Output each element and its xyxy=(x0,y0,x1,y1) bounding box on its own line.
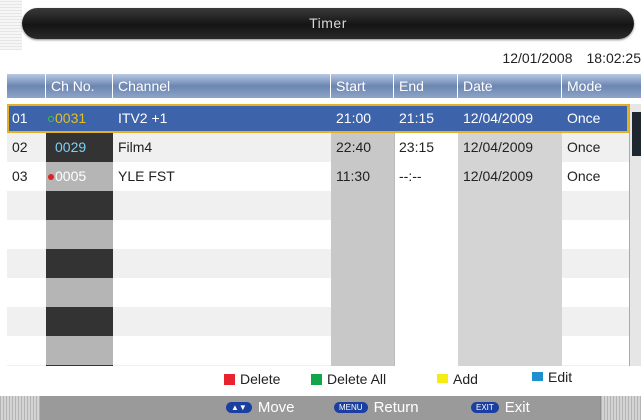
nav-bar: ▲▼ Move MENU Return EXIT Exit xyxy=(0,396,641,420)
row-date: 12/04/2009 xyxy=(463,139,534,155)
row-end: 23:15 xyxy=(399,139,435,155)
row-index: 03 xyxy=(12,168,28,184)
corner-decoration xyxy=(601,396,641,420)
header-ch-no: Ch No. xyxy=(46,74,113,98)
red-key-icon xyxy=(224,374,235,385)
row-index: 01 xyxy=(12,110,28,126)
row-index: 02 xyxy=(12,139,28,155)
row-ch: 0005 xyxy=(46,162,113,191)
row-end: --:-- xyxy=(399,168,422,184)
scrollbar[interactable] xyxy=(629,104,641,366)
header-end: End xyxy=(394,74,458,98)
row-channel: YLE FST xyxy=(118,168,175,184)
legend-delete: Delete xyxy=(224,371,280,387)
row-start: 22:40 xyxy=(336,139,372,155)
nav-move-label: Move xyxy=(257,399,295,416)
row-end: 21:15 xyxy=(399,110,435,126)
row-ch-number: 0029 xyxy=(55,139,87,155)
header-index xyxy=(7,74,46,98)
table-row[interactable]: 01 0031 ITV2 +1 21:00 21:15 12/04/2009 O… xyxy=(7,104,629,133)
row-ch: 0029 xyxy=(46,133,113,162)
legend-delete-label: Delete xyxy=(240,371,281,387)
row-start: 11:30 xyxy=(336,168,370,184)
datetime: 12/01/2008 18:02:25 xyxy=(488,50,641,66)
yellow-key-icon xyxy=(437,374,448,383)
header-start: Start xyxy=(331,74,394,98)
nav-exit: EXIT Exit xyxy=(471,396,530,420)
row-ch: 0031 xyxy=(46,104,113,133)
row-mode: Once xyxy=(567,110,601,126)
legend-delete-all: Delete All xyxy=(311,371,386,387)
nav-exit-label: Exit xyxy=(504,399,530,416)
scrollbar-thumb[interactable] xyxy=(632,112,641,156)
row-mode: Once xyxy=(567,139,601,155)
row-channel: Film4 xyxy=(118,139,153,155)
legend-add-label: Add xyxy=(453,371,478,387)
row-date: 12/04/2009 xyxy=(463,110,534,126)
legend-add: Add xyxy=(437,371,478,387)
table-row[interactable]: 02 0029 Film4 22:40 23:15 12/04/2009 Onc… xyxy=(7,133,629,162)
row-channel: ITV2 +1 xyxy=(118,110,168,126)
status-dot-icon xyxy=(48,174,54,181)
current-date: 12/01/2008 xyxy=(502,50,573,66)
table-row[interactable]: 03 0005 YLE FST 11:30 --:-- 12/04/2009 O… xyxy=(7,162,629,191)
blue-key-icon xyxy=(532,372,543,381)
corner-decoration xyxy=(0,396,40,420)
legend-edit-label: Edit xyxy=(548,369,573,385)
green-key-icon xyxy=(311,374,322,385)
menu-key-icon: MENU xyxy=(334,402,368,413)
nav-move: ▲▼ Move xyxy=(226,396,295,420)
legend-delete-all-label: Delete All xyxy=(327,371,387,387)
row-ch-number: 0005 xyxy=(55,168,87,184)
row-start: 21:00 xyxy=(336,110,372,126)
row-ch-number: 0031 xyxy=(55,110,87,126)
header-channel: Channel xyxy=(113,74,331,98)
page-title: Timer xyxy=(309,15,347,31)
header-mode: Mode xyxy=(567,78,603,94)
corner-decoration xyxy=(0,0,22,50)
legend-edit: Edit xyxy=(532,369,572,385)
timer-list: 01 0031 ITV2 +1 21:00 21:15 12/04/2009 O… xyxy=(7,104,629,366)
row-date: 12/04/2009 xyxy=(463,168,534,184)
nav-return: MENU Return xyxy=(334,396,419,420)
nav-return-label: Return xyxy=(373,399,419,416)
header-date: Date xyxy=(458,74,562,98)
arrow-keys-icon: ▲▼ xyxy=(226,402,252,413)
exit-key-icon: EXIT xyxy=(471,402,499,413)
row-mode: Once xyxy=(567,168,601,184)
current-time: 18:02:25 xyxy=(586,50,641,66)
table-header: Ch No. Channel Start End Date Mode xyxy=(7,74,641,98)
status-dot-icon xyxy=(48,116,54,123)
title-bar: Timer xyxy=(22,8,634,39)
